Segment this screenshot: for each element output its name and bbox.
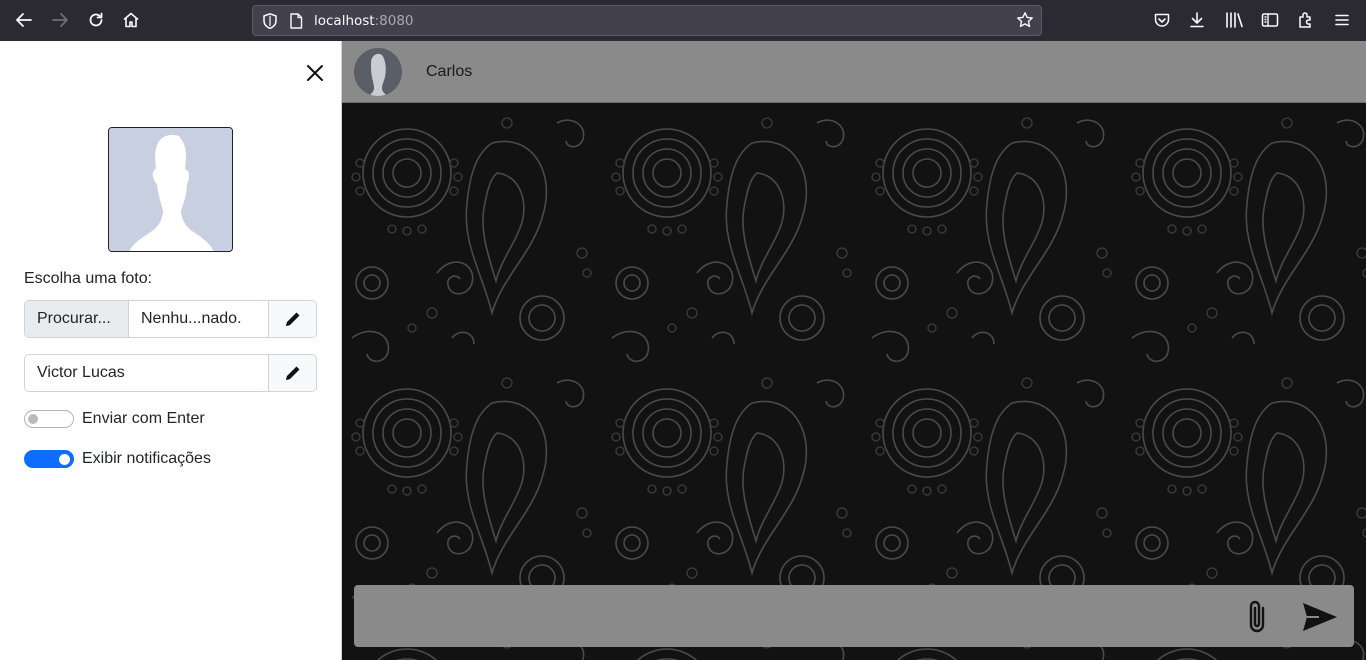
show-notifications-row: Exibir notificações [24, 450, 211, 468]
send-with-enter-label: Enviar com Enter [82, 410, 205, 427]
user-silhouette-icon [109, 128, 232, 251]
contact-avatar[interactable] [354, 48, 402, 96]
sidebar-icon[interactable] [1258, 8, 1282, 32]
name-input-group [24, 354, 317, 392]
reload-icon[interactable] [84, 8, 108, 32]
send-icon [1303, 603, 1337, 631]
browser-toolbar: localhost:8080 [0, 0, 1366, 41]
message-input[interactable] [354, 585, 1234, 647]
bookmark-star-icon[interactable] [1016, 11, 1034, 33]
library-icon[interactable] [1222, 8, 1246, 32]
profile-photo [108, 127, 233, 252]
edit-name-button[interactable] [269, 355, 316, 391]
toggle-knob [28, 414, 38, 424]
paperclip-icon [1249, 600, 1265, 633]
shield-icon[interactable] [261, 12, 279, 34]
show-notifications-toggle[interactable] [24, 450, 74, 468]
settings-sidebar: Escolha uma foto: Procurar... Nenhu...na… [0, 41, 342, 660]
extensions-icon[interactable] [1294, 8, 1318, 32]
home-icon[interactable] [119, 8, 143, 32]
browse-file-button[interactable]: Procurar... [25, 301, 129, 337]
chat-header: Carlos [342, 41, 1366, 103]
page-icon [289, 13, 303, 33]
selected-file-name[interactable]: Nenhu...nado. [129, 301, 269, 337]
url-bar[interactable]: localhost:8080 [252, 5, 1042, 36]
download-icon[interactable] [1185, 8, 1209, 32]
menu-icon[interactable] [1330, 8, 1354, 32]
forward-arrow-icon[interactable] [48, 8, 72, 32]
pencil-icon [285, 366, 299, 380]
toggle-knob [59, 454, 70, 465]
url-text[interactable]: localhost:8080 [314, 13, 414, 29]
edit-photo-button[interactable] [269, 301, 316, 337]
send-with-enter-toggle[interactable] [24, 410, 74, 428]
back-arrow-icon[interactable] [12, 8, 36, 32]
url-host: localhost [314, 13, 375, 29]
pencil-icon [285, 312, 299, 326]
pocket-icon[interactable] [1150, 8, 1174, 32]
send-button[interactable] [1300, 599, 1340, 635]
send-with-enter-row: Enviar com Enter [24, 410, 205, 428]
attach-button[interactable] [1242, 597, 1272, 637]
chat-panel: Carlos [342, 41, 1366, 660]
name-input[interactable] [25, 355, 269, 391]
url-port: :8080 [374, 13, 414, 29]
show-notifications-label: Exibir notificações [82, 450, 211, 467]
close-icon[interactable] [302, 60, 328, 86]
file-input-group: Procurar... Nenhu...nado. [24, 300, 317, 338]
message-composer [354, 585, 1354, 647]
photo-label: Escolha uma foto: [24, 270, 153, 287]
contact-name[interactable]: Carlos [426, 63, 472, 81]
chat-background-pattern [342, 103, 1366, 660]
user-silhouette-icon [354, 48, 402, 96]
